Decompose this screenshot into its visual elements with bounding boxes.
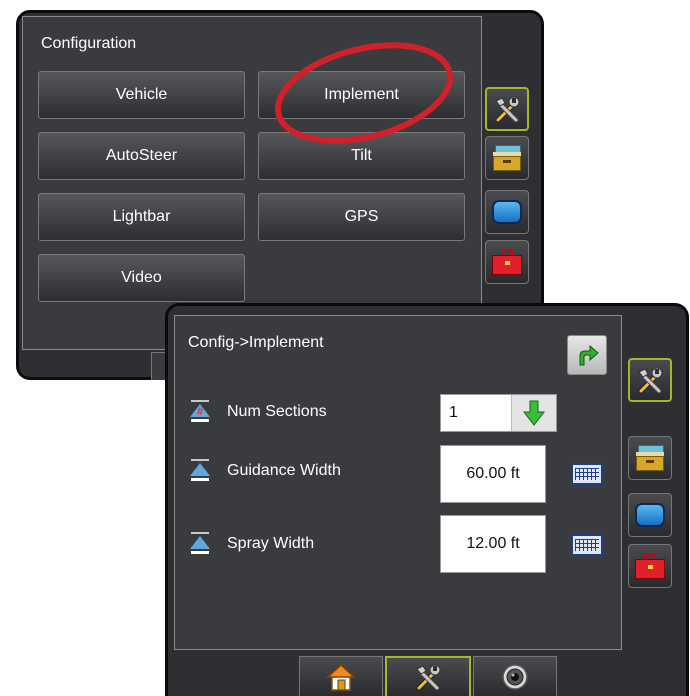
toolbox-icon bbox=[635, 553, 665, 579]
bottom-tab-home[interactable] bbox=[299, 656, 383, 696]
return-arrow-icon bbox=[579, 344, 599, 366]
gps-button[interactable]: GPS bbox=[258, 193, 465, 241]
num-sections-dropdown[interactable]: 1 bbox=[440, 394, 557, 432]
camera-icon bbox=[502, 663, 528, 690]
num-sections-icon: # bbox=[190, 400, 210, 422]
guidance-width-icon bbox=[190, 459, 210, 481]
toolbox-icon bbox=[492, 249, 522, 275]
back-button[interactable] bbox=[567, 335, 607, 375]
folder-icon bbox=[636, 445, 664, 471]
spray-width-field[interactable]: 12.00 ft bbox=[440, 515, 546, 573]
tools-icon bbox=[495, 96, 520, 123]
tab-configuration[interactable] bbox=[628, 358, 672, 402]
tab-display[interactable] bbox=[628, 493, 672, 537]
implement-button[interactable]: Implement bbox=[258, 71, 465, 119]
guidance-width-field[interactable]: 60.00 ft bbox=[440, 445, 546, 503]
spray-width-icon bbox=[190, 532, 210, 554]
tab-data[interactable] bbox=[485, 136, 529, 180]
screen-icon bbox=[635, 503, 665, 527]
num-sections-value: 1 bbox=[449, 404, 458, 421]
autosteer-button[interactable]: AutoSteer bbox=[38, 132, 245, 180]
video-button[interactable]: Video bbox=[38, 254, 245, 302]
tab-tools[interactable] bbox=[485, 240, 529, 284]
tilt-button[interactable]: Tilt bbox=[258, 132, 465, 180]
page-title: Config->Implement bbox=[188, 334, 324, 351]
lightbar-button[interactable]: Lightbar bbox=[38, 193, 245, 241]
tab-configuration[interactable] bbox=[485, 87, 529, 131]
implement-panel: Config->Implement # Num Sections 1 Guida… bbox=[174, 315, 622, 650]
tab-display[interactable] bbox=[485, 190, 529, 234]
bottom-tab-configuration[interactable] bbox=[385, 656, 471, 696]
bottom-tab-camera[interactable] bbox=[473, 656, 557, 696]
tab-tools[interactable] bbox=[628, 544, 672, 588]
keyboard-icon[interactable] bbox=[571, 534, 603, 556]
page-title: Configuration bbox=[41, 35, 137, 52]
implement-screen: Config->Implement # Num Sections 1 Guida… bbox=[165, 303, 689, 696]
tools-icon bbox=[416, 664, 441, 691]
spray-width-label: Spray Width bbox=[227, 535, 315, 552]
arrow-down-icon bbox=[522, 400, 546, 426]
guidance-width-label: Guidance Width bbox=[227, 462, 341, 479]
tab-data[interactable] bbox=[628, 436, 672, 480]
dropdown-button[interactable] bbox=[511, 395, 556, 431]
screen-icon bbox=[492, 200, 522, 224]
tools-icon bbox=[638, 367, 663, 394]
folder-icon bbox=[493, 145, 521, 171]
keyboard-icon[interactable] bbox=[571, 463, 603, 485]
vehicle-button[interactable]: Vehicle bbox=[38, 71, 245, 119]
configuration-panel: Configuration Vehicle Implement AutoStee… bbox=[22, 16, 482, 350]
num-sections-label: Num Sections bbox=[227, 403, 327, 420]
home-icon bbox=[326, 663, 356, 691]
